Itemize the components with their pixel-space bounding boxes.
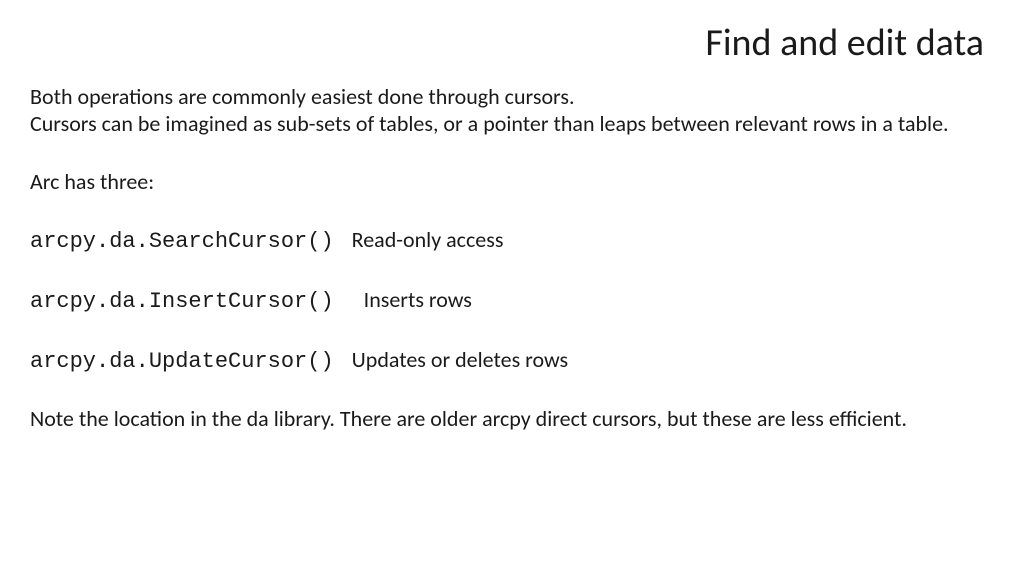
intro-paragraph-1: Both operations are commonly easiest don… (30, 84, 994, 109)
cursor-code: arcpy.da.InsertCursor() (30, 289, 334, 314)
cursor-row-search: arcpy.da.SearchCursor() Read-only access (30, 226, 994, 254)
cursor-row-insert: arcpy.da.InsertCursor() Inserts rows (30, 286, 994, 314)
slide-title: Find and edit data (30, 20, 994, 66)
cursor-code: arcpy.da.UpdateCursor() (30, 349, 334, 374)
arc-has-three-label: Arc has three: (30, 169, 994, 194)
intro-paragraph-2: Cursors can be imagined as sub-sets of t… (30, 111, 994, 136)
cursor-row-update: arcpy.da.UpdateCursor() Updates or delet… (30, 346, 994, 374)
cursor-code: arcpy.da.SearchCursor() (30, 229, 334, 254)
cursor-desc: Inserts rows (364, 286, 472, 313)
cursor-desc: Read-only access (352, 226, 504, 253)
note-paragraph: Note the location in the da library. The… (30, 406, 994, 431)
cursor-desc: Updates or deletes rows (352, 346, 568, 373)
